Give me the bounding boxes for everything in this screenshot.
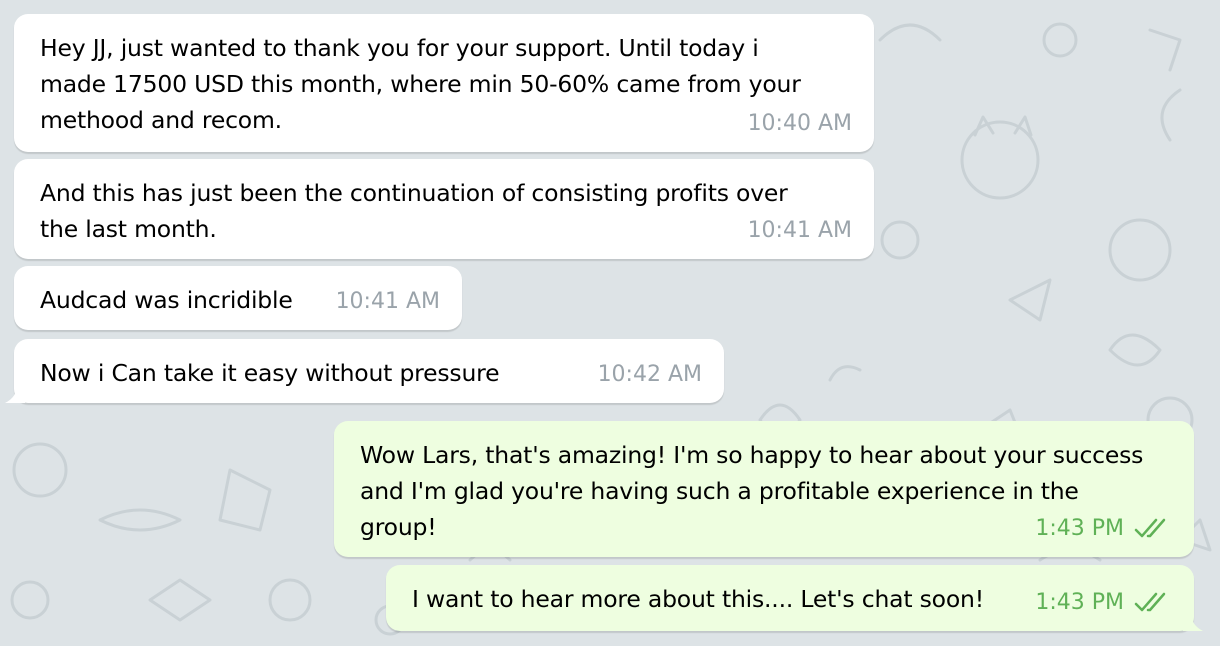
message-meta: 10:40 AM (748, 106, 852, 142)
message-time: 10:41 AM (335, 289, 440, 314)
message-meta: 10:41 AM (748, 213, 852, 249)
message-line: Audcad was incridible (40, 286, 293, 314)
incoming-message: And this has just been the continuation … (14, 159, 874, 259)
read-double-check-icon (1134, 518, 1166, 538)
message-time: 10:40 AM (747, 111, 852, 136)
message-meta: 10:41 AM (336, 284, 440, 320)
message-line: and I'm glad you're having such a profit… (360, 477, 1079, 505)
message-line: Now i Can take it easy without pressure (40, 359, 500, 387)
message-line: And this has just been the continuation … (40, 179, 788, 207)
incoming-message: Audcad was incridible 10:41 AM (14, 266, 462, 330)
message-line: group! (360, 513, 437, 541)
message-time: 1:43 PM (1035, 590, 1124, 615)
bubble-tail-icon (5, 385, 25, 403)
message-line: methood and recom. (40, 106, 282, 134)
message-time: 1:43 PM (1035, 516, 1124, 541)
ok-hand-emoji-icon (292, 103, 326, 207)
message-meta: 1:43 PM (1035, 511, 1172, 547)
message-meta: 1:43 PM (1035, 585, 1172, 621)
read-double-check-icon (1134, 592, 1166, 612)
message-meta: 10:42 AM (598, 357, 702, 393)
message-time: 10:41 AM (747, 218, 852, 243)
message-line: Wow Lars, that's amazing! I'm so happy t… (360, 441, 1144, 469)
incoming-message: Hey JJ, just wanted to thank you for you… (14, 14, 874, 207)
outgoing-message: Wow Lars, that's amazing! I'm so happy t… (334, 421, 1194, 557)
folded-hands-emoji-icon (509, 356, 543, 461)
message-time: 10:42 AM (597, 362, 702, 387)
message-line: Hey JJ, just wanted to thank you for you… (40, 34, 759, 62)
message-text: And this has just been the continuation … (40, 175, 848, 247)
bubble-tail-icon (1183, 613, 1203, 631)
message-line: made 17500 USD this month, where min 50-… (40, 70, 801, 98)
outgoing-message: I want to hear more about this.... Let's… (386, 565, 1203, 631)
message-text: Hey JJ, just wanted to thank you for you… (40, 30, 848, 207)
message-line: the last month. (40, 215, 217, 243)
message-line: I want to hear more about this.... Let's… (412, 585, 984, 613)
incoming-message: Now i Can take it easy without pressure … (5, 339, 724, 461)
